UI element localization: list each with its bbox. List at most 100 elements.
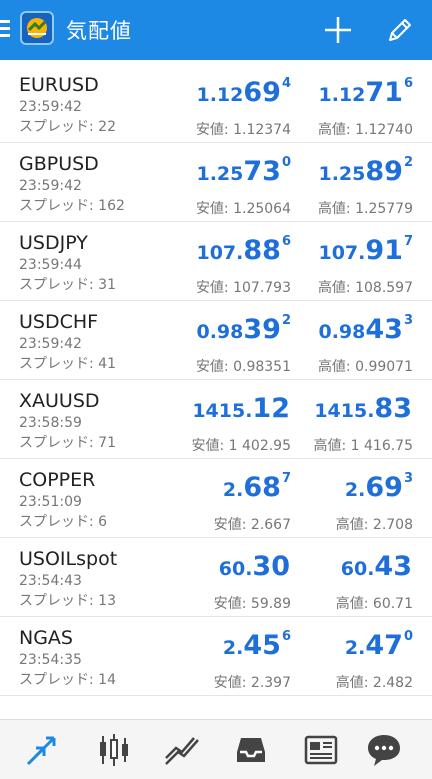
- spread-value: スプレッド: 13: [19, 593, 116, 609]
- low-price: 安値: 59.89: [213, 596, 291, 612]
- bid-price-pips: 12: [252, 393, 290, 424]
- high-price: 高値: 0.99071: [317, 359, 413, 375]
- spread-value: スプレッド: 14: [19, 672, 116, 688]
- ask-price-fraction: 7: [403, 234, 413, 249]
- nav-news[interactable]: [301, 730, 341, 770]
- bid-price-fraction: 6: [281, 629, 291, 644]
- spread-value: スプレッド: 162: [19, 198, 125, 214]
- high-price: 高値: 2.482: [335, 675, 413, 691]
- high-price: 高値: 1.25779: [317, 201, 413, 217]
- ask-price: 60.43: [341, 550, 413, 582]
- quote-time: 23:59:42: [19, 178, 82, 194]
- bid-price-prefix: 1.12: [196, 84, 244, 106]
- ask-price-prefix: 2.: [344, 637, 366, 659]
- menu-icon[interactable]: [0, 20, 10, 40]
- bid-price-prefix: 0.98: [196, 321, 244, 343]
- quote-row[interactable]: GBPUSD 23:59:42 スプレッド: 162 1.25730 1.25892 安値…: [0, 143, 432, 222]
- bottom-navigation: [0, 719, 432, 779]
- bid-price-prefix: 1.25: [196, 163, 244, 185]
- high-price: 高値: 60.71: [335, 596, 413, 612]
- spread-value: スプレッド: 22: [19, 119, 116, 135]
- bid-price-pips: 39: [243, 314, 281, 345]
- app-logo[interactable]: [20, 11, 54, 45]
- ask-price-fraction: 3: [403, 313, 413, 328]
- plus-icon: [325, 17, 351, 43]
- candlestick-chart-icon: [100, 734, 128, 766]
- ask-price-pips: 69: [365, 472, 403, 503]
- nav-quotes[interactable]: [22, 730, 62, 770]
- ask-price-prefix: 107.: [318, 242, 366, 264]
- bid-price-fraction: 0: [281, 155, 291, 170]
- ask-price: 107.917: [318, 234, 413, 266]
- low-price: 安値: 107.793: [195, 280, 291, 296]
- spread-value: スプレッド: 6: [19, 514, 108, 530]
- ask-price: 1.25892: [318, 155, 413, 187]
- quote-time: 23:54:35: [19, 652, 82, 668]
- ask-price: 1.12716: [318, 76, 413, 108]
- bid-price: 1.25730: [196, 155, 291, 187]
- nav-mailbox[interactable]: [231, 730, 271, 770]
- top-app-bar: 気配値: [0, 0, 432, 60]
- quote-row[interactable]: USDJPY 23:59:44 スプレッド: 31 107.886 107.917 安値:…: [0, 222, 432, 301]
- high-price: 高値: 108.597: [317, 280, 413, 296]
- trade-trend-icon: [165, 737, 199, 765]
- edit-symbols-button[interactable]: [384, 14, 416, 46]
- spread-value: スプレッド: 71: [19, 435, 116, 451]
- low-price: 安値: 1.12374: [195, 122, 291, 138]
- ask-price-fraction: 6: [403, 76, 413, 91]
- high-price: 高値: 2.708: [335, 517, 413, 533]
- bid-price: 2.687: [223, 471, 291, 503]
- low-price: 安値: 2.397: [213, 675, 291, 691]
- ask-price-pips: 47: [365, 630, 403, 661]
- ask-price-pips: 71: [365, 77, 403, 108]
- ask-price-pips: 43: [374, 551, 412, 582]
- quotes-list: EURUSD 23:59:42 スプレッド: 22 1.12694 1.12716 安値:…: [0, 64, 432, 696]
- nav-chart[interactable]: [94, 730, 134, 770]
- quote-row[interactable]: COPPER 23:51:09 スプレッド: 6 2.687 2.693 安値: 2.66…: [0, 459, 432, 538]
- high-price: 高値: 1 416.75: [313, 438, 413, 454]
- bid-price-fraction: 2: [281, 313, 291, 328]
- news-icon: [304, 735, 338, 765]
- ask-price: 2.693: [345, 471, 413, 503]
- ask-price-prefix: 2.: [344, 479, 366, 501]
- pencil-icon: [389, 19, 411, 41]
- low-price: 安値: 1.25064: [195, 201, 291, 217]
- quote-time: 23:59:42: [19, 336, 82, 352]
- quote-row[interactable]: NGAS 23:54:35 スプレッド: 14 2.456 2.470 安値: 2.397…: [0, 617, 432, 696]
- quote-row[interactable]: EURUSD 23:59:42 スプレッド: 22 1.12694 1.12716 安値:…: [0, 64, 432, 143]
- low-price: 安値: 1 402.95: [191, 438, 291, 454]
- bid-price-fraction: 7: [281, 471, 291, 486]
- nav-trade[interactable]: [162, 730, 202, 770]
- ask-price-pips: 89: [365, 156, 403, 187]
- symbol-name: USDJPY: [19, 232, 88, 254]
- quote-row[interactable]: USOILspot 23:54:43 スプレッド: 13 60.30 60.43 安値: …: [0, 538, 432, 617]
- quote-row[interactable]: USDCHF 23:59:42 スプレッド: 41 0.98392 0.98433 安値:…: [0, 301, 432, 380]
- nav-chat[interactable]: [364, 730, 404, 770]
- bid-price: 107.886: [196, 234, 291, 266]
- ask-price-prefix: 1.12: [318, 84, 366, 106]
- ask-price-pips: 43: [365, 314, 403, 345]
- bid-price-pips: 68: [243, 472, 281, 503]
- low-price: 安値: 2.667: [213, 517, 291, 533]
- bid-price-pips: 30: [252, 551, 290, 582]
- quote-time: 23:54:43: [19, 573, 82, 589]
- page-title: 気配値: [66, 19, 132, 43]
- quotes-arrows-icon: [26, 736, 56, 766]
- ask-price-prefix: 60.: [340, 558, 375, 580]
- bid-price: 60.30: [219, 550, 291, 582]
- bid-price-prefix: 107.: [196, 242, 244, 264]
- low-price: 安値: 0.98351: [195, 359, 291, 375]
- add-symbol-button[interactable]: [322, 14, 354, 46]
- symbol-name: USDCHF: [19, 311, 99, 333]
- quote-time: 23:59:44: [19, 257, 82, 273]
- quote-row[interactable]: XAUUSD 23:58:59 スプレッド: 71 1415.12 1415.83 安値:…: [0, 380, 432, 459]
- bid-price: 0.98392: [196, 313, 291, 345]
- symbol-name: GBPUSD: [19, 153, 99, 175]
- symbol-name: USOILspot: [19, 548, 118, 570]
- ask-price-fraction: 3: [403, 471, 413, 486]
- symbol-name: XAUUSD: [19, 390, 100, 412]
- bid-price: 1415.12: [192, 392, 291, 424]
- quote-time: 23:51:09: [19, 494, 82, 510]
- bid-price-prefix: 60.: [218, 558, 253, 580]
- chat-bubble-icon: [368, 735, 400, 766]
